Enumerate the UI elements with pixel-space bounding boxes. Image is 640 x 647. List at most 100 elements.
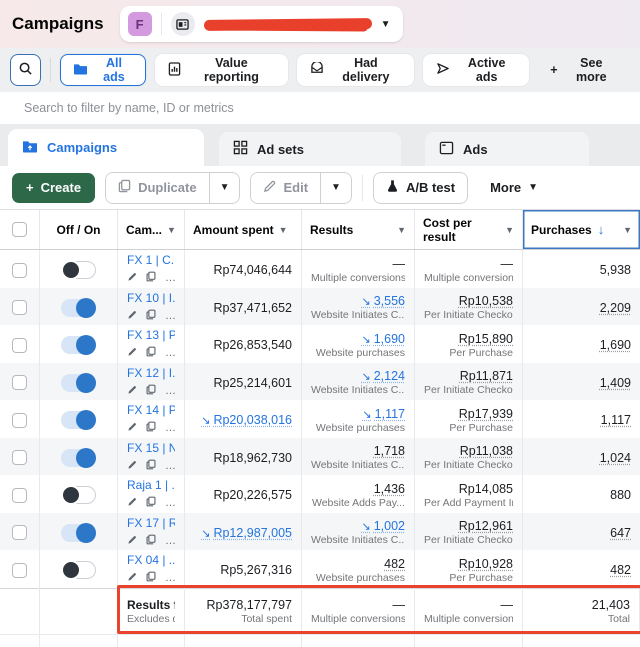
amount-spent-link[interactable]: ↘Rp12,987,005 (194, 526, 292, 540)
duplicate-icon[interactable] (146, 382, 156, 400)
cost-per-result-value[interactable]: Rp10,928 (424, 557, 513, 571)
ab-test-button[interactable]: A/B test (374, 173, 467, 203)
campaign-toggle[interactable] (61, 524, 96, 542)
column-header-purchases[interactable]: Purchases↓▼ (523, 210, 640, 249)
duplicate-icon[interactable] (146, 569, 156, 587)
duplicate-icon[interactable] (146, 457, 156, 475)
purchases-value[interactable]: 482 (532, 563, 631, 577)
campaign-toggle[interactable] (61, 336, 96, 354)
duplicate-icon[interactable] (146, 494, 156, 512)
results-value[interactable]: ↘1,002 (311, 519, 405, 533)
row-checkbox[interactable] (12, 300, 27, 315)
amount-spent-link[interactable]: ↘Rp20,038,016 (194, 413, 292, 427)
more-button[interactable]: More ▼ (478, 166, 550, 209)
edit-dropdown-button[interactable]: ▼ (321, 173, 351, 203)
campaign-name-link[interactable]: FX 1 | C... (127, 253, 175, 267)
row-checkbox[interactable] (12, 338, 27, 353)
chevron-down-icon[interactable]: ▼ (381, 19, 391, 30)
ellipsis-icon[interactable]: … (165, 572, 176, 584)
row-checkbox[interactable] (12, 263, 27, 278)
ellipsis-icon[interactable]: … (165, 347, 176, 359)
tab-ad-sets[interactable]: Ad sets (219, 132, 401, 166)
pencil-icon[interactable] (127, 569, 137, 587)
ellipsis-icon[interactable]: … (165, 310, 176, 322)
campaign-toggle[interactable] (61, 561, 96, 579)
cost-per-result-value[interactable]: Rp17,939 (424, 407, 513, 421)
campaign-name-link[interactable]: FX 14 | P... (127, 403, 175, 417)
pencil-icon[interactable] (127, 382, 137, 400)
campaign-name-link[interactable]: Raja 1 | ... (127, 478, 175, 492)
purchases-value[interactable]: 1,024 (532, 451, 631, 465)
campaign-name-link[interactable]: FX 13 | P... (127, 328, 175, 342)
cost-per-result-value[interactable]: Rp11,038 (424, 444, 513, 458)
account-selector[interactable]: F ▼ (120, 6, 403, 42)
chevron-down-icon[interactable]: ▼ (623, 225, 632, 235)
row-checkbox[interactable] (12, 450, 27, 465)
pencil-icon[interactable] (127, 457, 137, 475)
cost-per-result-value[interactable]: Rp15,890 (424, 332, 513, 346)
ellipsis-icon[interactable]: … (165, 460, 176, 472)
cost-per-result-value[interactable]: Rp11,871 (424, 369, 513, 383)
campaign-name-link[interactable]: FX 15 | N... (127, 441, 175, 455)
results-value[interactable]: ↘1,690 (311, 332, 405, 346)
results-value[interactable]: 482 (311, 557, 405, 571)
pencil-icon[interactable] (127, 419, 137, 437)
duplicate-icon[interactable] (146, 419, 156, 437)
pencil-icon[interactable] (127, 269, 137, 287)
campaign-toggle[interactable] (61, 449, 96, 467)
filter-chip-all-ads[interactable]: All ads (60, 54, 146, 86)
create-button[interactable]: + Create (12, 173, 95, 203)
purchases-value[interactable]: 2,209 (532, 301, 631, 315)
purchases-value[interactable]: 647 (532, 526, 631, 540)
tab-ads[interactable]: Ads (425, 132, 589, 166)
purchases-value[interactable]: 1,117 (532, 413, 631, 427)
chevron-down-icon[interactable]: ▼ (167, 225, 176, 235)
chevron-down-icon[interactable]: ▼ (279, 225, 288, 235)
campaign-toggle[interactable] (61, 374, 96, 392)
pencil-icon[interactable] (127, 532, 137, 550)
column-header-results[interactable]: Results▼ (302, 210, 415, 249)
purchases-value[interactable]: 1,690 (532, 338, 631, 352)
duplicate-icon[interactable] (146, 344, 156, 362)
ellipsis-icon[interactable]: … (165, 535, 176, 547)
see-more-button[interactable]: + See more (538, 54, 630, 86)
duplicate-dropdown-button[interactable]: ▼ (210, 173, 240, 203)
campaign-name-link[interactable]: FX 17 | R... (127, 516, 175, 530)
edit-button[interactable]: Edit (251, 173, 320, 203)
duplicate-button[interactable]: Duplicate (106, 173, 209, 203)
campaign-name-link[interactable]: FX 04 | ... (127, 553, 175, 567)
campaign-name-link[interactable]: FX 12 | I... (127, 366, 175, 380)
row-checkbox[interactable] (12, 413, 27, 428)
results-value[interactable]: ↘1,117 (311, 407, 405, 421)
row-checkbox[interactable] (12, 488, 27, 503)
purchases-value[interactable]: 1,409 (532, 376, 631, 390)
duplicate-icon[interactable] (146, 307, 156, 325)
filter-chip-active-ads[interactable]: Active ads (423, 54, 529, 86)
pencil-icon[interactable] (127, 344, 137, 362)
results-value[interactable]: ↘3,556 (311, 294, 405, 308)
select-all-checkbox[interactable] (12, 222, 27, 237)
column-header-cost-per-result[interactable]: Cost per result▼ (415, 210, 523, 249)
pencil-icon[interactable] (127, 494, 137, 512)
column-header-campaign[interactable]: Cam...▼ (118, 210, 185, 249)
duplicate-icon[interactable] (146, 269, 156, 287)
results-value[interactable]: 1,718 (311, 444, 405, 458)
ellipsis-icon[interactable]: … (165, 422, 176, 434)
ellipsis-icon[interactable]: … (165, 272, 176, 284)
row-checkbox[interactable] (12, 525, 27, 540)
chevron-down-icon[interactable]: ▼ (505, 225, 514, 235)
filter-chip-value-reporting[interactable]: Value reporting (155, 54, 287, 86)
chevron-down-icon[interactable]: ▼ (397, 225, 406, 235)
cost-per-result-value[interactable]: Rp10,538 (424, 294, 513, 308)
row-checkbox[interactable] (12, 563, 27, 578)
campaign-name-link[interactable]: FX 10 | I... (127, 291, 175, 305)
ellipsis-icon[interactable]: … (165, 497, 176, 509)
cost-per-result-value[interactable]: Rp12,961 (424, 519, 513, 533)
column-header-amount-spent[interactable]: Amount spent▼ (185, 210, 302, 249)
campaign-toggle[interactable] (61, 486, 96, 504)
pencil-icon[interactable] (127, 307, 137, 325)
results-value[interactable]: 1,436 (311, 482, 405, 496)
filter-chip-had-delivery[interactable]: Had delivery (297, 54, 414, 86)
campaign-toggle[interactable] (61, 299, 96, 317)
search-button[interactable] (10, 54, 41, 86)
